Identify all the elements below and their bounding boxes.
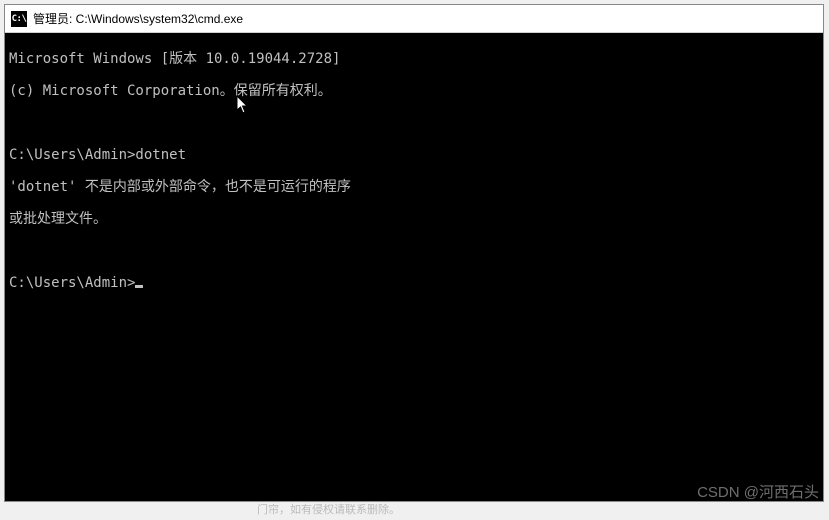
terminal-output[interactable]: Microsoft Windows [版本 10.0.19044.2728] (… [5,33,823,501]
footer-fragment: 门帘，如有侵权请联系删除。 [257,501,400,517]
output-line [9,115,819,131]
output-line: 'dotnet' 不是内部或外部命令，也不是可运行的程序 [9,179,819,195]
command-line: C:\Users\Admin>dotnet [9,147,819,163]
output-line: Microsoft Windows [版本 10.0.19044.2728] [9,51,819,67]
window-title: 管理员: C:\Windows\system32\cmd.exe [33,10,243,27]
output-line [9,243,819,259]
titlebar[interactable]: C:\ 管理员: C:\Windows\system32\cmd.exe [5,5,823,33]
watermark-text: CSDN @河西石头 [697,481,819,502]
prompt-text: C:\Users\Admin> [9,275,135,291]
output-line: (c) Microsoft Corporation。保留所有权利。 [9,83,819,99]
cursor [135,285,143,288]
prompt-line: C:\Users\Admin> [9,275,819,291]
cmd-window: C:\ 管理员: C:\Windows\system32\cmd.exe Mic… [4,4,824,502]
output-line: 或批处理文件。 [9,211,819,227]
cmd-icon: C:\ [11,11,27,27]
